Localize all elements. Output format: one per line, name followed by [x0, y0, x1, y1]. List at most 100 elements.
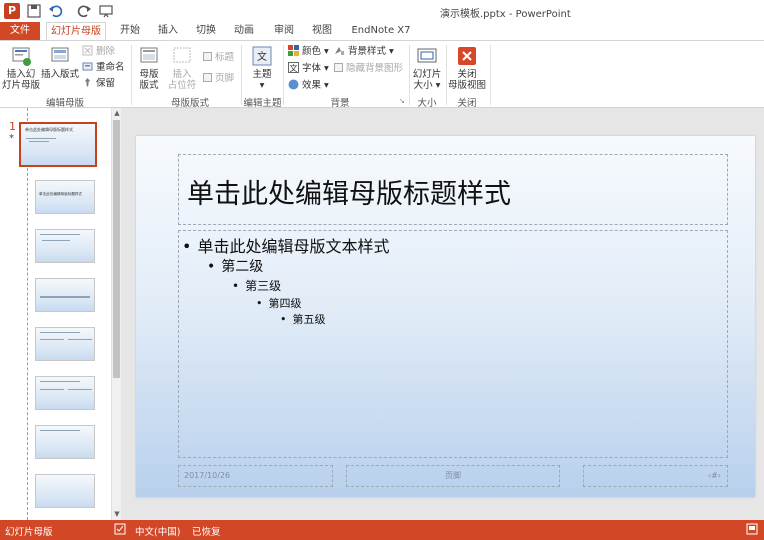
tab-transitions[interactable]: 切换 [188, 22, 224, 40]
colors-icon [288, 45, 299, 56]
slide-master-canvas[interactable]: 单击此处编辑母版标题样式 单击此处编辑母版文本样式 第二级 第三级 第四级 第五… [136, 136, 755, 497]
scroll-down-icon[interactable]: ▼ [112, 509, 122, 519]
insert-placeholder-button[interactable]: 插入 占位符 [164, 45, 200, 91]
footer-placeholder[interactable]: 页脚 [346, 465, 560, 487]
tab-home[interactable]: 开始 [112, 22, 148, 40]
close-master-view-button[interactable]: 关闭 母版视图 [448, 45, 486, 91]
powerpoint-logo-icon: P [4, 3, 20, 19]
ribbon-separator [490, 45, 491, 105]
tab-view[interactable]: 视图 [304, 22, 340, 40]
delete-button[interactable]: 删除 [82, 45, 115, 58]
close-master-view-label-1: 关闭 [457, 69, 477, 80]
tab-animations[interactable]: 动画 [226, 22, 262, 40]
layout-thumbnail-content[interactable] [35, 229, 95, 263]
slide-size-label-1: 幻灯片 [412, 69, 442, 80]
undo-icon[interactable] [48, 3, 64, 19]
insert-layout-label: 插入版式 [41, 69, 80, 80]
insert-slide-master-label-1: 插入幻 [6, 69, 36, 80]
thumbnail-hierarchy-line [27, 108, 28, 520]
insert-slide-master-label-2: 灯片母版 [2, 80, 41, 91]
tab-review[interactable]: 审阅 [266, 22, 302, 40]
master-layout-button[interactable]: 母版 版式 [134, 45, 164, 91]
rename-button[interactable]: 重命名 [82, 61, 125, 74]
tab-file[interactable]: 文件 [0, 22, 40, 40]
tab-endnote[interactable]: EndNote X7 [345, 22, 417, 40]
tab-slide-master[interactable]: 幻灯片母版 [46, 22, 106, 41]
preserve-button[interactable]: 保留 [82, 77, 115, 90]
fonts-icon: 文 [288, 62, 299, 73]
thumbnail-scrollbar[interactable]: ▲ ▼ [111, 108, 121, 520]
insert-layout-button[interactable]: 插入版式 [41, 45, 79, 80]
group-label-background: 背景 [330, 98, 350, 109]
hide-background-graphics-checkbox[interactable]: 隐藏背景图形 [334, 62, 403, 75]
thumb-text-line [40, 339, 64, 340]
master-slide-thumbnail[interactable]: 单击此处编辑母版标题样式 [19, 122, 97, 167]
layout-thumbnail-two-content[interactable] [35, 327, 95, 361]
theme-icon: 文 [252, 46, 272, 66]
layout-thumbnail-blank[interactable] [35, 474, 95, 508]
insert-slide-master-button[interactable]: 插入幻 灯片母版 [2, 45, 40, 91]
title-placeholder[interactable]: 单击此处编辑母版标题样式 [178, 154, 728, 225]
layout-thumbnail-comparison[interactable] [35, 376, 95, 410]
insert-slide-master-icon [12, 47, 31, 66]
theme-button[interactable]: 文 主题 ▾ [246, 45, 278, 91]
title-checkbox-box [203, 52, 212, 61]
status-recovered: 已恢复 [192, 527, 221, 538]
title-placeholder-text: 单击此处编辑母版标题样式 [187, 179, 511, 210]
status-bar: 幻灯片母版 中文(中国) 已恢复 [0, 520, 764, 540]
theme-dropdown-icon: ▾ [259, 80, 265, 91]
ribbon-separator [283, 45, 284, 105]
svg-text:文: 文 [257, 50, 267, 63]
footer-checkbox[interactable]: 页脚 [203, 72, 234, 85]
present-from-start-icon[interactable] [98, 3, 114, 19]
fonts-button[interactable]: 文字体 ▾ [288, 62, 329, 75]
date-placeholder[interactable]: 2017/10/26 [178, 465, 333, 487]
layout-thumbnail-section[interactable] [35, 278, 95, 312]
status-view-name: 幻灯片母版 [5, 527, 53, 538]
notes-icon[interactable] [746, 523, 758, 538]
ribbon-tabs: 文件 幻灯片母版 开始 插入 切换 动画 审阅 视图 EndNote X7 [0, 22, 764, 41]
status-language[interactable]: 中文(中国) [135, 524, 180, 538]
thumb-text-line [40, 332, 80, 333]
delete-icon [82, 45, 93, 56]
window-title: 演示模板.pptx - PowerPoint [440, 9, 571, 20]
ribbon-separator [446, 45, 447, 105]
dialog-launcher-icon[interactable]: ↘ [399, 97, 405, 105]
body-level-5: 第五级 [280, 311, 326, 327]
layout-thumbnail-title[interactable]: 单击此处编辑母版标题样式 [35, 180, 95, 214]
layout-thumbnail-title-only[interactable] [35, 425, 95, 459]
group-label-edit-master: 编辑母版 [45, 98, 84, 109]
thumb-title-text: 单击此处编辑母版标题样式 [25, 127, 73, 132]
close-icon [458, 47, 476, 65]
title-checkbox[interactable]: 标题 [203, 51, 234, 64]
save-icon[interactable] [26, 3, 42, 19]
tab-insert[interactable]: 插入 [150, 22, 186, 40]
scrollbar-thumb[interactable] [113, 120, 120, 378]
group-label-master-layout: 母版版式 [170, 98, 209, 109]
body-level-3: 第三级 [232, 277, 281, 294]
thumbnail-pane[interactable]: 1 * 单击此处编辑母版标题样式 单击此处编辑母版标题样式 ▲ ▼ [0, 108, 121, 520]
theme-label: 主题 [252, 69, 272, 80]
thumb-text-line [29, 141, 49, 142]
effects-button[interactable]: 效果 ▾ [288, 79, 329, 92]
effects-icon [288, 79, 299, 90]
thumb-text-line [26, 138, 56, 139]
thumb-text-line [68, 389, 92, 390]
svg-text:文: 文 [290, 63, 298, 73]
slide-size-button[interactable]: 幻灯片 大小 ▾ [411, 45, 443, 91]
pushpin-icon [85, 78, 90, 87]
background-styles-button[interactable]: 背景样式 ▾ [334, 45, 394, 58]
body-placeholder[interactable]: 单击此处编辑母版文本样式 第二级 第三级 第四级 第五级 [178, 230, 728, 458]
thumb-text-line [40, 234, 80, 235]
background-styles-icon [335, 47, 344, 55]
slide-size-icon [417, 48, 437, 63]
workspace: 1 * 单击此处编辑母版标题样式 单击此处编辑母版标题样式 ▲ ▼ 单击此处编辑… [0, 108, 764, 520]
slide-number-placeholder[interactable]: ‹#› [583, 465, 728, 487]
insert-layout-icon [51, 47, 69, 62]
redo-icon[interactable] [76, 3, 92, 19]
insert-placeholder-icon [173, 47, 191, 63]
spellcheck-icon[interactable] [114, 523, 126, 538]
close-master-view-label-2: 母版视图 [448, 80, 487, 91]
colors-button[interactable]: 颜色 ▾ [288, 45, 329, 58]
scroll-up-icon[interactable]: ▲ [112, 108, 122, 118]
